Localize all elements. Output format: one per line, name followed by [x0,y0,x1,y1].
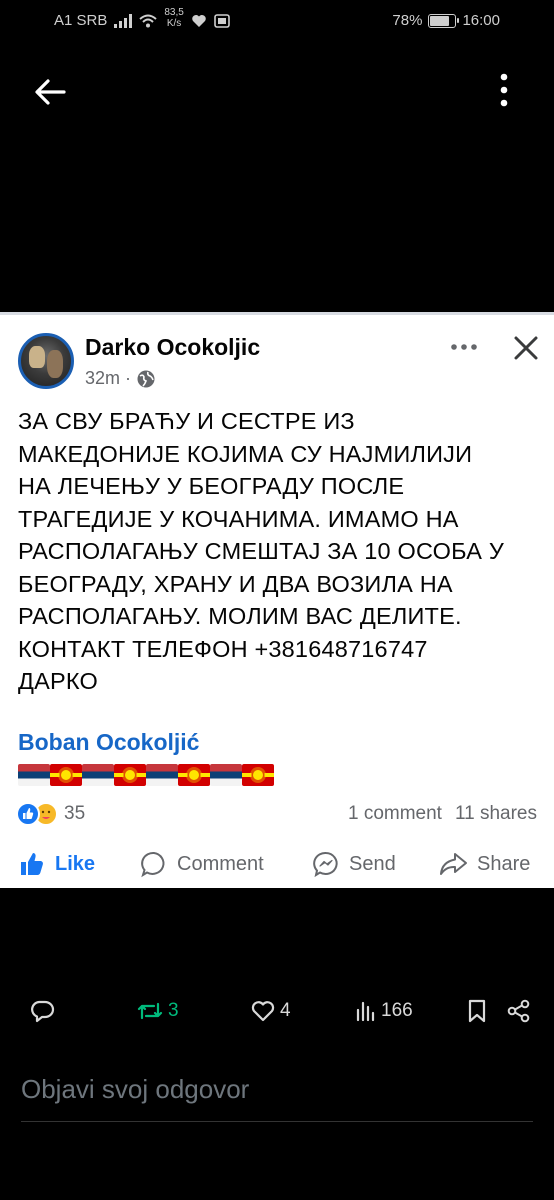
post-actions: Like Comment Send Share [0,850,554,886]
flag-emoji-row [18,764,274,786]
post-text-line: МАКЕДОНИЈЕ КОЈИМА СУ НАЈМИЛИЈИ [18,440,473,467]
post-time: 32m [85,368,121,388]
views-button[interactable]: 166 [355,998,413,1024]
comments-count[interactable]: 1 comment [348,803,442,825]
send-button[interactable]: Send [312,850,396,878]
comment-button[interactable]: Comment [140,850,264,878]
like-reaction-icon [16,802,40,826]
macedonia-flag-icon [242,764,274,786]
tweet-action-bar: 3 4 166 [0,998,554,1030]
gallery-icon [214,13,230,28]
reply-input[interactable]: Objavi svoj odgovor [21,1068,533,1122]
reply-bubble-icon [31,1000,55,1023]
serbia-flag-icon [210,764,242,786]
share-arrow-icon [440,853,467,875]
battery-fill [430,15,449,26]
status-left: A1 SRB 83,5 K/s [54,7,230,29]
reaction-count: 35 [64,803,86,824]
status-bar: A1 SRB 83,5 K/s 78% 16:00 [0,0,554,44]
post-meta: 32m · [85,368,156,389]
comment-label: Comment [177,852,264,875]
serbia-flag-icon [18,764,50,786]
net-speed-value: 83,5 [164,6,184,18]
post-options-button[interactable] [449,337,481,357]
close-post-button[interactable] [510,332,542,364]
globe-icon [137,370,155,387]
more-horizontal-icon [451,344,477,350]
share-tweet-button[interactable] [506,998,532,1024]
facebook-post-card[interactable]: Darko Ocokoljic 32m · ЗА СВУ БРАЋУ И СЕС… [0,312,554,888]
post-text-line: БЕОГРАДУ, ХРАНУ И ДВА ВОЗИЛА НА [18,570,453,597]
like-tweet-button[interactable]: 4 [250,998,291,1024]
status-right: 78% 16:00 [392,12,500,29]
shared-by-name[interactable]: Boban Ocokoljić [18,729,199,756]
close-icon [514,336,538,360]
reactions-summary[interactable]: 35 [16,802,85,826]
more-options-button[interactable] [492,70,516,110]
heart-icon [192,14,206,27]
clock: 16:00 [462,12,500,29]
retweet-icon [137,1002,163,1020]
arrow-left-icon [35,79,66,105]
meta-separator: · [125,368,132,388]
net-speed: 83,5 K/s [164,7,183,29]
bookmark-button[interactable] [466,998,488,1024]
share-label: Share [477,852,531,875]
back-button[interactable] [30,72,70,112]
battery-percent: 78% [392,12,423,29]
post-text: ЗА СВУ БРАЋУ И СЕСТРЕ ИЗ МАКЕДОНИЈЕ КОЈИ… [18,405,543,698]
like-label: Like [55,852,96,875]
serbia-flag-icon [146,764,178,786]
wifi-icon [139,14,158,27]
post-author[interactable]: Darko Ocokoljic [85,334,260,361]
retweet-count: 3 [168,1000,179,1021]
macedonia-flag-icon [114,764,146,786]
views-count: 166 [381,1000,413,1021]
carrier-label: A1 SRB [54,12,108,29]
engagement-stats: 1 comment 11 shares [348,803,537,825]
avatar[interactable] [18,333,74,389]
like-button[interactable]: Like [18,850,95,878]
share-nodes-icon [507,999,530,1023]
battery-icon [428,13,460,28]
post-text-line: РАСПОЛАГАЊУ. МОЛИМ ВАС ДЕЛИТЕ. [18,603,462,629]
bar-chart-icon [356,1001,375,1022]
shares-count[interactable]: 11 shares [455,803,537,825]
post-text-line: НА ЛЕЧЕЊУ У БЕОГРАДУ ПОСЛЕ [18,473,405,499]
net-speed-unit: K/s [166,17,182,29]
share-button[interactable]: Share [438,850,530,878]
post-text-line: ЗА СВУ БРАЋУ И СЕСТРЕ ИЗ [18,408,355,434]
serbia-flag-icon [82,764,114,786]
like-count: 4 [280,1000,291,1021]
post-text-line: ДАРКО [18,668,98,694]
comment-bubble-icon [141,851,165,878]
more-vertical-icon [500,73,508,107]
post-text-line: КОНТАКТ ТЕЛЕФОН +381648716747 [18,635,428,662]
thumbs-up-icon [21,853,43,875]
signal-icon [114,13,133,28]
macedonia-flag-icon [50,764,82,786]
post-text-line: ТРАГЕДИЈЕ У КОЧАНИМА. ИМАМО НА [18,505,459,532]
macedonia-flag-icon [178,764,210,786]
retweet-button[interactable]: 3 [136,998,179,1024]
send-label: Send [349,852,396,875]
heart-outline-icon [251,1001,275,1022]
reply-button[interactable] [29,998,55,1024]
messenger-icon [313,851,338,878]
bookmark-icon [468,999,486,1023]
post-text-line: РАСПОЛАГАЊУ СМЕШТАЈ ЗА 10 ОСОБА У [18,538,504,564]
